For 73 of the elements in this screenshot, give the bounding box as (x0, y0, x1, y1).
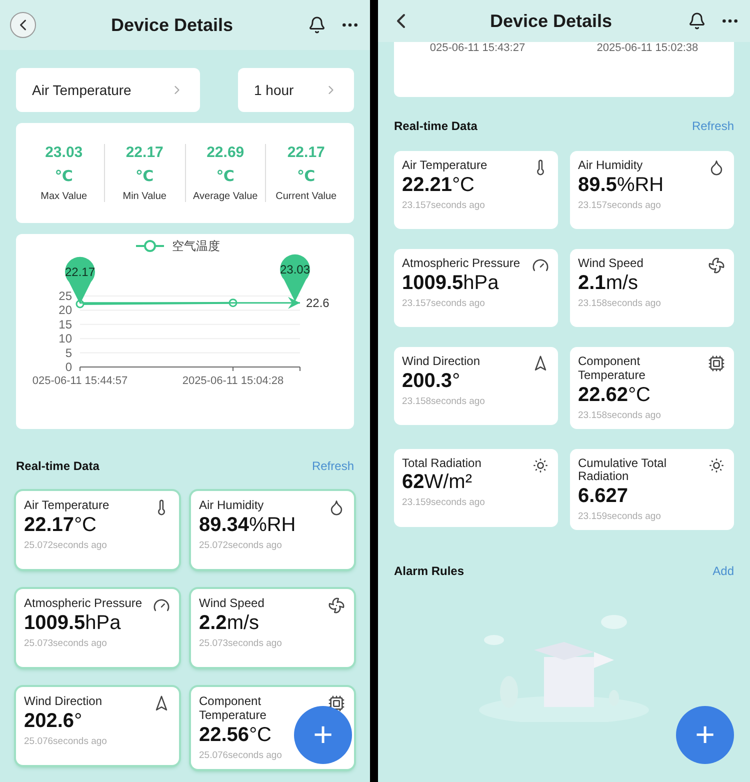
sensor-value: 2.2m/s (199, 610, 260, 635)
update-time: 23.157seconds ago (402, 200, 486, 211)
axis-label: 15 (58, 317, 72, 332)
stat-unit: ℃ (136, 167, 154, 185)
update-time: 23.158seconds ago (402, 396, 486, 407)
sensor-value: 1009.5hPa (24, 610, 121, 635)
sensor-value: 89.34%RH (199, 512, 296, 537)
sensor-name: Total Radiation (402, 456, 482, 470)
sensor-value: 1009.5hPa (402, 270, 499, 295)
sensor-name: Air Humidity (199, 499, 264, 513)
page-title: Device Details (490, 10, 612, 32)
sensor-name: Wind Direction (402, 355, 480, 369)
axis-label: 10 (58, 332, 72, 346)
update-time: 23.157seconds ago (402, 298, 486, 309)
sensor-value: 6.627 (578, 484, 628, 508)
sensor-name: Cumulative Total Radiation (578, 456, 668, 484)
update-time: 23.158seconds ago (578, 410, 662, 421)
stat-label: Min Value (122, 191, 166, 202)
update-time: 25.072seconds ago (199, 540, 283, 551)
sensor-value: 200.3° (402, 368, 460, 393)
stat-unit: ℃ (216, 167, 234, 185)
axis-label: 0 (65, 360, 72, 374)
sensor-name: Component Temperature (578, 355, 646, 383)
sensor-value: 62W/m² (402, 470, 472, 494)
axis-label: 20 (58, 303, 72, 318)
sensor-name: Component Temperature (199, 695, 268, 723)
sensor-value: 22.17°C (24, 512, 97, 537)
stat-unit: ℃ (297, 167, 316, 185)
axis-label: 25 (58, 289, 72, 303)
sensor-name: Wind Speed (578, 257, 644, 271)
update-time: 23.158seconds ago (578, 298, 662, 309)
legend-label: 空气温度 (172, 239, 220, 253)
annotation: 22.17 (64, 265, 96, 280)
update-time: 25.076seconds ago (24, 736, 108, 747)
update-time: 23.159seconds ago (578, 511, 662, 522)
axis-label: 025-06-11 15:43:27 (430, 42, 526, 54)
sensor-value: 22.56°C (199, 722, 272, 747)
page-title: Device Details (110, 14, 234, 36)
section-title: Real-time Data (16, 459, 100, 473)
sensor-value: 2.1m/s (578, 270, 638, 295)
update-time: 25.076seconds ago (199, 750, 283, 761)
chart-legend: 空气温度 (136, 239, 220, 253)
sensor-name: Air Temperature (402, 159, 488, 173)
stat-value: 22.17 (126, 144, 164, 161)
update-time: 25.072seconds ago (24, 540, 108, 551)
axis-label: 2025-06-11 15:02:38 (596, 42, 698, 54)
stat-label: Current Value (276, 191, 337, 202)
stat-label: Average Value (193, 191, 258, 202)
annotation: 23.03 (280, 262, 310, 277)
sensor-value: 202.6° (24, 708, 82, 733)
section-title: Real-time Data (394, 119, 478, 133)
sensor-name: Wind Speed (199, 597, 264, 611)
axis-label: 2025-06-11 15:04:28 (182, 375, 284, 387)
update-time: 23.157seconds ago (578, 200, 662, 211)
stat-label: Max Value (40, 191, 88, 202)
stat-value: 23.03 (45, 144, 83, 161)
sensor-value: 22.62°C (578, 382, 651, 407)
axis-label: 025-06-11 15:44:57 (32, 375, 128, 387)
stat-unit: ℃ (54, 167, 73, 185)
sensor-name: Atmospheric Pressure (24, 597, 142, 611)
sensor-value: 22.21°C (402, 172, 475, 197)
sensor-name: Atmospheric Pressure (402, 257, 520, 271)
axis-label: 5 (65, 346, 72, 360)
stat-value: 22.69 (206, 144, 244, 161)
section-title: Alarm Rules (394, 564, 464, 578)
sensor-name: Air Humidity (578, 159, 643, 173)
update-time: 25.073seconds ago (199, 638, 283, 649)
sensor-name: Wind Direction (24, 695, 102, 709)
sensor-name: Air Temperature (24, 499, 110, 513)
update-time: 23.159seconds ago (402, 497, 486, 508)
stat-value: 22.17 (287, 144, 325, 161)
sensor-value: 89.5%RH (578, 172, 664, 197)
update-time: 25.073seconds ago (24, 638, 108, 649)
